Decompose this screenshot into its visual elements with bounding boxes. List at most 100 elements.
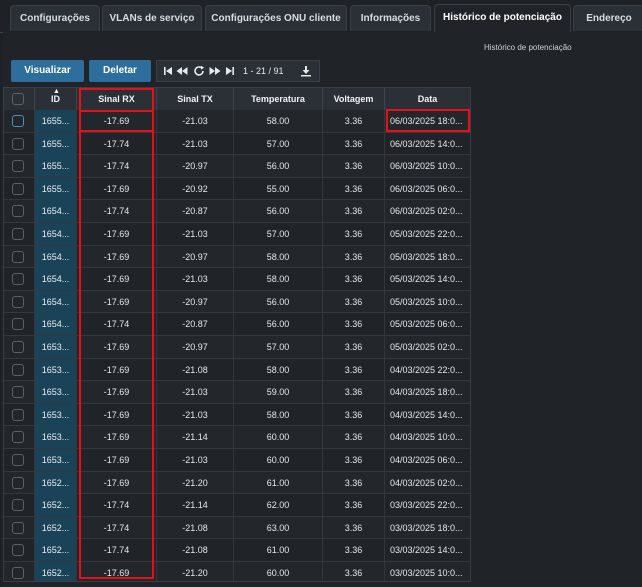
view-button[interactable]: Visualizar — [11, 60, 84, 82]
cell-temp: 59.00 — [234, 381, 323, 404]
tab-configuracoes-onu-cliente[interactable]: Configurações ONU cliente — [205, 5, 347, 31]
table-row[interactable]: 1654... -17.74 -20.87 56.00 3.36 06/03/2025 0… — [4, 200, 470, 223]
cell-volt: 3.36 — [323, 268, 385, 291]
table-row[interactable]: 1654... -17.69 -21.03 57.00 3.36 05/03/2025 2… — [4, 223, 470, 246]
cell-date: 05/03/2025 18:0... — [385, 246, 470, 268]
last-page-icon[interactable] — [225, 66, 235, 76]
prev-page-icon[interactable] — [176, 66, 188, 76]
tab-historico-potenciacao[interactable]: Histórico de potenciação — [434, 4, 571, 33]
row-checkbox[interactable] — [12, 137, 24, 150]
next-page-icon[interactable] — [209, 66, 221, 76]
select-all-checkbox[interactable] — [12, 93, 24, 105]
table-row[interactable]: 1653... -17.69 -21.08 58.00 3.36 04/03/2025 2… — [4, 358, 470, 382]
row-checkbox[interactable] — [12, 228, 24, 240]
row-checkbox[interactable] — [12, 567, 24, 579]
download-icon[interactable] — [300, 65, 312, 77]
cell-volt: 3.36 — [323, 290, 385, 313]
row-select-cell[interactable] — [4, 177, 35, 200]
table-row[interactable]: 1655... -17.69 -21.03 58.00 3.36 06/03/2025 1… — [4, 110, 470, 133]
header-voltagem[interactable]: Voltagem — [323, 88, 385, 110]
table-row[interactable]: 1653... -17.69 -21.14 60.00 3.36 04/03/2025 1… — [4, 426, 470, 449]
row-select-cell[interactable] — [4, 539, 35, 562]
row-select-cell[interactable] — [4, 449, 35, 471]
tab-informacoes[interactable]: Informações — [350, 5, 431, 31]
cell-tx: -21.03 — [157, 381, 234, 404]
table-row[interactable]: 1653... -17.69 -21.03 60.00 3.36 04/03/2025 0… — [4, 449, 470, 472]
header-data[interactable]: Data — [385, 88, 470, 110]
table-row[interactable]: 1652... -17.74 -21.14 62.00 3.36 03/03/2025 2… — [4, 494, 470, 517]
row-select-cell[interactable] — [4, 562, 35, 581]
header-temperatura[interactable]: Temperatura — [234, 88, 323, 110]
row-select-cell[interactable] — [4, 290, 35, 313]
cell-id: 1655... — [35, 110, 77, 132]
table-row[interactable]: 1655... -17.74 -21.03 57.00 3.36 06/03/2025 1… — [4, 132, 470, 156]
row-checkbox[interactable] — [12, 386, 24, 399]
refresh-icon[interactable] — [193, 65, 205, 77]
table-row[interactable]: 1654... -17.69 -21.03 58.00 3.36 05/03/2025 1… — [4, 268, 470, 291]
row-select-cell[interactable] — [4, 223, 35, 245]
cell-rx: -17.69 — [77, 245, 157, 268]
row-checkbox[interactable] — [12, 205, 24, 218]
row-checkbox[interactable] — [12, 363, 24, 376]
table-row[interactable]: 1652... -17.74 -21.08 63.00 3.36 03/03/2025 1… — [4, 516, 470, 540]
header-sinal-tx[interactable]: Sinal TX — [157, 88, 234, 110]
table-row[interactable]: 1652... -17.69 -21.20 60.00 3.36 03/03/2025 1… — [4, 562, 470, 581]
row-select-cell[interactable] — [4, 336, 35, 358]
table-row[interactable]: 1652... -17.74 -21.08 61.00 3.36 03/03/2025 1… — [4, 539, 470, 562]
row-checkbox[interactable] — [12, 341, 24, 353]
table-row[interactable]: 1653... -17.69 -21.03 58.00 3.36 04/03/2025 1… — [4, 403, 470, 427]
tab-configuracoes[interactable]: Configurações — [10, 5, 100, 31]
row-select-cell[interactable] — [4, 358, 35, 381]
header-sinal-rx[interactable]: Sinal RX — [77, 88, 157, 110]
table-row[interactable]: 1654... -17.69 -20.97 56.00 3.36 05/03/2025 1… — [4, 290, 470, 314]
row-checkbox[interactable] — [12, 318, 24, 331]
row-select-cell[interactable] — [4, 426, 35, 449]
row-select-cell[interactable] — [4, 155, 35, 178]
row-checkbox[interactable] — [12, 273, 24, 286]
row-checkbox[interactable] — [12, 160, 24, 173]
row-select-cell[interactable] — [4, 471, 35, 494]
cell-id: 1654... — [35, 200, 77, 223]
cell-tx: -21.08 — [157, 539, 234, 562]
first-page-icon[interactable] — [163, 66, 173, 76]
table-row[interactable]: 1653... -17.69 -20.97 57.00 3.36 05/03/2025 0… — [4, 336, 470, 359]
row-checkbox[interactable] — [12, 544, 24, 557]
table-row[interactable]: 1655... -17.69 -20.92 55.00 3.36 06/03/2025 0… — [4, 177, 470, 201]
row-select-cell[interactable] — [4, 110, 35, 132]
row-checkbox[interactable] — [12, 521, 24, 534]
row-select-cell[interactable] — [4, 516, 35, 539]
delete-button[interactable]: Deletar — [89, 60, 151, 82]
cell-tx: -21.08 — [157, 516, 234, 539]
row-select-cell[interactable] — [4, 268, 35, 291]
header-select-all[interactable] — [4, 88, 35, 110]
row-select-cell[interactable] — [4, 132, 35, 155]
table-row[interactable]: 1654... -17.74 -20.87 56.00 3.36 05/03/2025 0… — [4, 313, 470, 336]
cell-rx: -17.74 — [77, 155, 157, 178]
row-checkbox[interactable] — [12, 431, 24, 444]
cell-tx: -21.08 — [157, 358, 234, 381]
tab-endereco[interactable]: Endereço — [573, 5, 642, 31]
row-select-cell[interactable] — [4, 494, 35, 517]
row-checkbox[interactable] — [12, 182, 24, 195]
tab-vlans-servico[interactable]: VLANs de serviço — [102, 5, 202, 31]
row-select-cell[interactable] — [4, 313, 35, 336]
row-checkbox[interactable] — [12, 408, 24, 421]
table-row[interactable]: 1653... -17.69 -21.03 59.00 3.36 04/03/2025 1… — [4, 381, 470, 404]
cell-tx: -21.14 — [157, 494, 234, 517]
row-checkbox[interactable] — [12, 250, 24, 263]
row-checkbox[interactable] — [12, 295, 24, 308]
row-checkbox[interactable] — [12, 115, 24, 127]
table-row[interactable]: 1654... -17.69 -20.97 58.00 3.36 05/03/2025 1… — [4, 245, 470, 269]
row-select-cell[interactable] — [4, 381, 35, 404]
table-row[interactable]: 1655... -17.74 -20.97 56.00 3.36 06/03/2025 1… — [4, 155, 470, 178]
header-id[interactable]: ▲ ID — [35, 88, 77, 110]
cell-date: 06/03/2025 18:0... — [385, 110, 470, 132]
row-select-cell[interactable] — [4, 245, 35, 268]
row-checkbox[interactable] — [12, 499, 24, 512]
row-checkbox[interactable] — [12, 476, 24, 489]
row-checkbox[interactable] — [12, 454, 24, 466]
cell-temp: 61.00 — [234, 471, 323, 494]
row-select-cell[interactable] — [4, 200, 35, 223]
row-select-cell[interactable] — [4, 403, 35, 426]
table-row[interactable]: 1652... -17.69 -21.20 61.00 3.36 04/03/2025 0… — [4, 471, 470, 495]
